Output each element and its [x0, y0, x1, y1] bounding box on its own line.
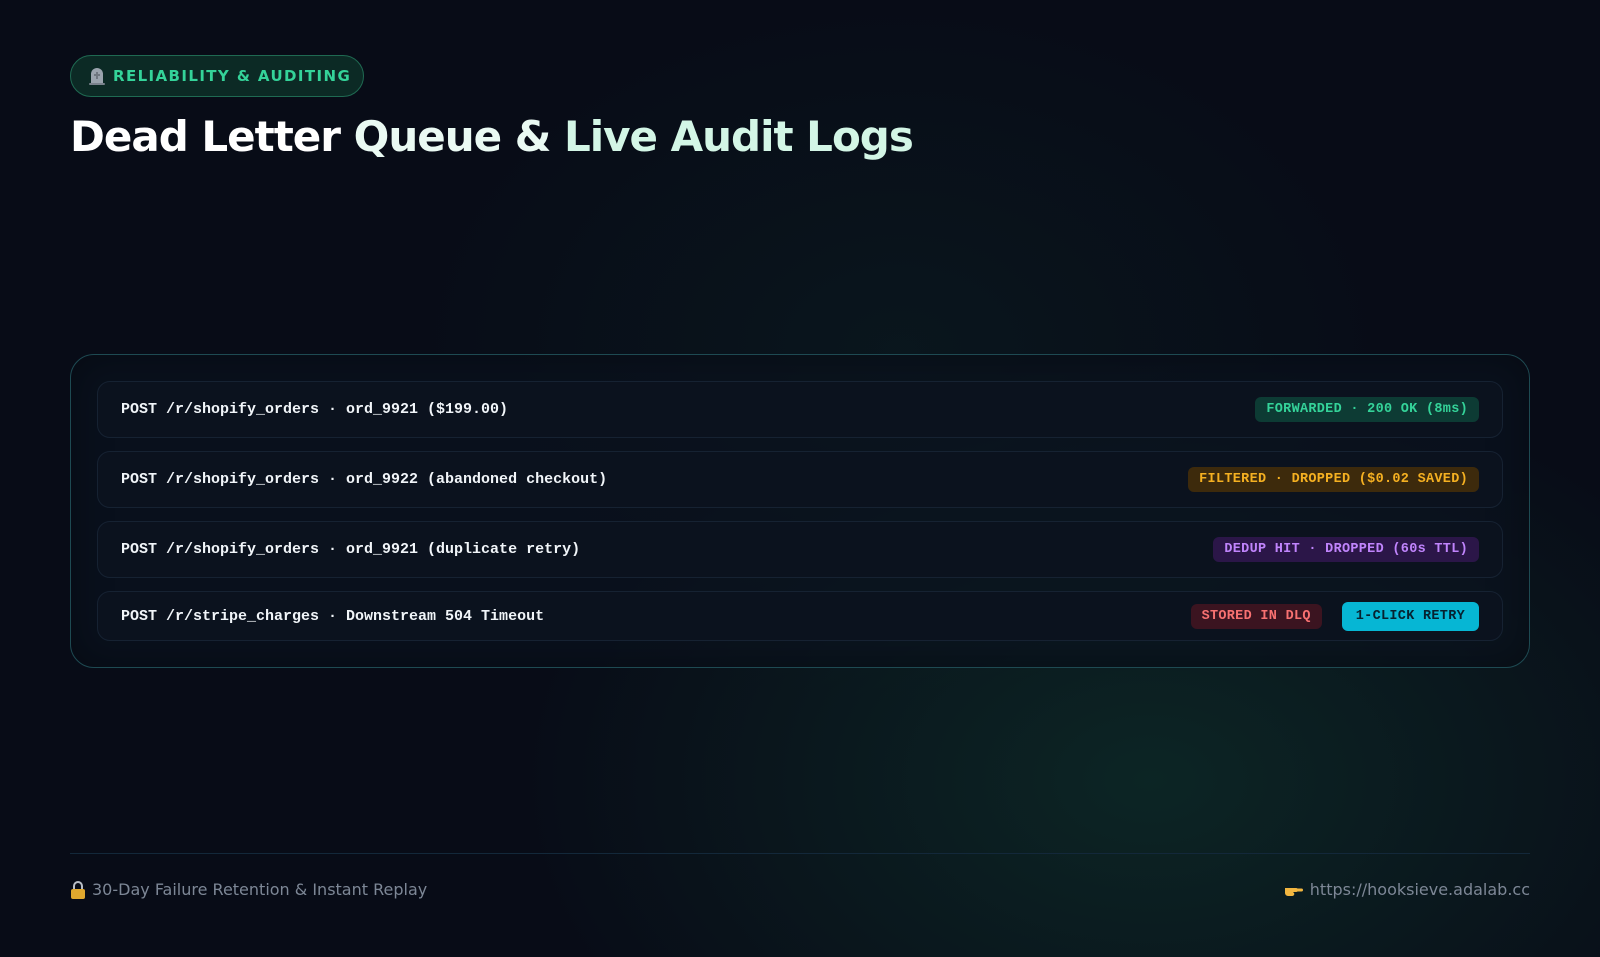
log-row-text: POST /r/shopify_orders · ord_9921 (dupli…	[121, 541, 581, 558]
log-row-text: POST /r/shopify_orders · ord_9922 (aband…	[121, 471, 608, 488]
footer-retention-note: 30-Day Failure Retention & Instant Repla…	[70, 880, 427, 899]
log-row: POST /r/shopify_orders · ord_9921 (dupli…	[97, 521, 1503, 578]
badge-label: RELIABILITY & AUDITING	[113, 67, 352, 85]
log-row: POST /r/stripe_charges · Downstream 504 …	[97, 591, 1503, 641]
status-badge-dlq: STORED IN DLQ	[1190, 603, 1322, 629]
footer-left-text: 30-Day Failure Retention & Instant Repla…	[92, 880, 428, 899]
log-row: POST /r/shopify_orders · ord_9921 ($199.…	[97, 381, 1503, 438]
audit-log-panel: POST /r/shopify_orders · ord_9921 ($199.…	[70, 354, 1530, 668]
status-badge-forwarded: FORWARDED · 200 OK (8ms)	[1255, 397, 1479, 422]
footer-divider	[70, 853, 1530, 854]
pointing-hand-icon	[1284, 882, 1304, 898]
log-row-text: POST /r/stripe_charges · Downstream 504 …	[121, 607, 545, 625]
title-part-2: Queue &	[353, 112, 564, 161]
status-badge-dedup: DEDUP HIT · DROPPED (60s TTL)	[1213, 537, 1479, 562]
page-title: Dead Letter Queue & Live Audit Logs	[70, 112, 914, 161]
log-row-text: POST /r/shopify_orders · ord_9921 ($199.…	[121, 401, 509, 418]
section-badge: RELIABILITY & AUDITING	[70, 55, 364, 97]
lock-icon	[70, 880, 86, 899]
tombstone-icon	[89, 67, 105, 85]
status-badge-filtered: FILTERED · DROPPED ($0.02 SAVED)	[1188, 467, 1479, 492]
title-part-3: Live Audit Logs	[563, 112, 914, 161]
footer-link[interactable]: https://hooksieve.adalab.cc	[1284, 880, 1530, 899]
log-row: POST /r/shopify_orders · ord_9922 (aband…	[97, 451, 1503, 508]
retry-button[interactable]: 1-CLICK RETRY	[1341, 601, 1479, 631]
title-part-1: Dead Letter	[70, 112, 354, 161]
website-link[interactable]: https://hooksieve.adalab.cc	[1310, 880, 1530, 899]
